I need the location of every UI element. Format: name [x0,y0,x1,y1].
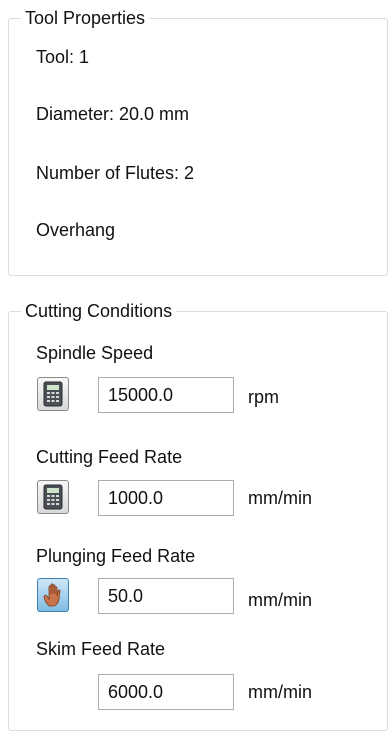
plunging-feed-rate-manual-button[interactable] [37,578,69,612]
calculator-icon [43,484,63,510]
cutting-feed-rate-label: Cutting Feed Rate [36,447,183,467]
plunging-feed-rate-label: Plunging Feed Rate [36,546,196,566]
tool-number-text: Tool: 1 [36,47,90,67]
calculator-icon [43,381,63,407]
tool-properties-title: Tool Properties [21,7,150,29]
number-of-flutes-text: Number of Flutes: 2 [36,163,195,183]
cutting-conditions-group: Cutting Conditions [8,300,388,731]
overhang-text: Overhang [36,220,116,240]
cutting-conditions-title: Cutting Conditions [21,300,177,322]
skim-feed-rate-label: Skim Feed Rate [36,639,166,659]
plunging-feed-rate-input[interactable]: 50.0 [98,578,234,614]
spindle-speed-input[interactable]: 15000.0 [98,377,234,413]
skim-feed-rate-input[interactable]: 6000.0 [98,674,234,710]
skim-feed-rate-unit: mm/min [248,682,312,702]
hand-icon [43,583,61,607]
plunging-feed-rate-unit: mm/min [248,590,312,610]
spindle-speed-label: Spindle Speed [36,343,154,363]
diameter-text: Diameter: 20.0 mm [36,104,190,124]
spindle-speed-calculator-button[interactable] [37,377,69,411]
spindle-speed-unit: rpm [248,387,279,407]
cutting-feed-rate-input[interactable]: 1000.0 [98,480,234,516]
cutting-feed-rate-calculator-button[interactable] [37,480,69,514]
cutting-feed-rate-unit: mm/min [248,488,312,508]
